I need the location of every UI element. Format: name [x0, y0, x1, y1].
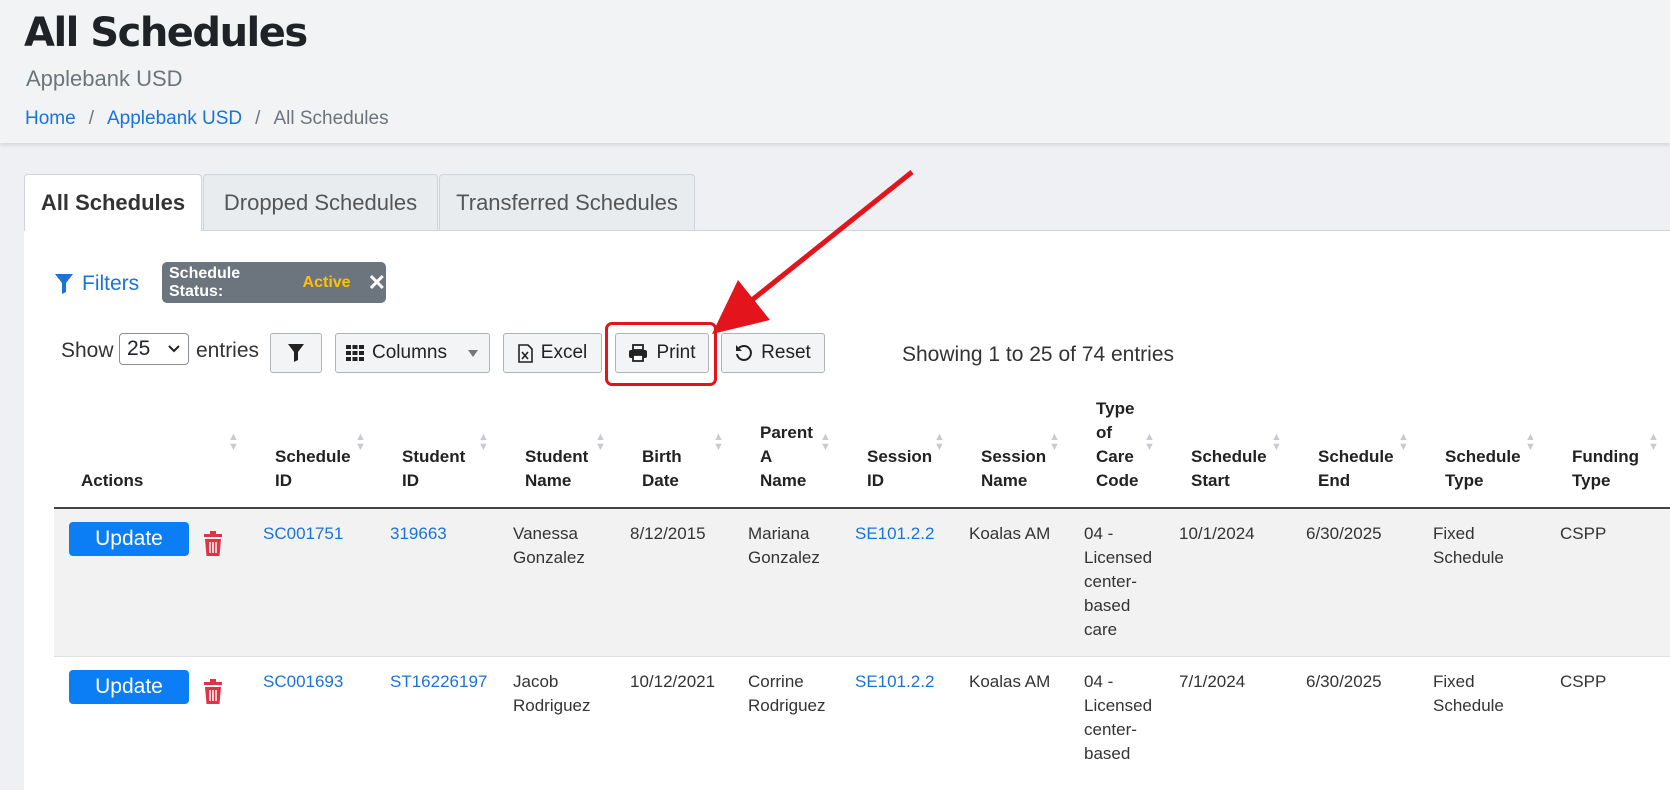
breadcrumb-separator: /	[255, 108, 261, 129]
birth-date-cell: 8/12/2015	[630, 524, 706, 543]
student-id-link[interactable]: 319663	[390, 522, 447, 546]
chevron-down-icon	[168, 345, 180, 353]
breadcrumb-district[interactable]: Applebank USD	[107, 108, 242, 130]
update-button[interactable]: Update	[69, 522, 189, 556]
schedule-start-cell: 10/1/2024	[1179, 524, 1255, 543]
care-code-cell: 04 - Licensed center-based	[1084, 672, 1153, 763]
sort-icon[interactable]: ▲ ▼	[1398, 432, 1409, 453]
columns-button[interactable]: Columns	[335, 333, 490, 373]
parent-name-cell: Mariana Gonzalez	[748, 524, 820, 567]
entries-label: entries	[196, 339, 260, 362]
trash-icon[interactable]	[202, 679, 224, 705]
student-name-cell: Jacob Rodriguez	[513, 672, 591, 715]
page-size-value: 25	[127, 337, 151, 360]
column-header-student-name[interactable]: Student Name	[525, 445, 588, 493]
tabs-divider	[24, 230, 1670, 231]
schedule-type-cell: Fixed Schedule	[1433, 524, 1504, 567]
session-id-link[interactable]: SE101.2.2	[855, 670, 934, 694]
undo-icon	[736, 345, 753, 361]
excel-label: Excel	[540, 342, 588, 363]
sort-icon[interactable]: ▲ ▼	[595, 432, 606, 453]
schedule-id-link[interactable]: SC001693	[263, 670, 343, 694]
breadcrumb: Home / Applebank USD / All Schedules	[25, 108, 389, 130]
sort-icon[interactable]: ▲ ▼	[1648, 432, 1659, 453]
sort-icon[interactable]: ▲ ▼	[478, 432, 489, 453]
funding-type-cell: CSPP	[1560, 672, 1607, 691]
session-id-link[interactable]: SE101.2.2	[855, 522, 934, 546]
page-size-select[interactable]: 25	[119, 333, 189, 365]
column-header-schedule-type[interactable]: Schedule Type	[1445, 445, 1521, 493]
show-label: Show	[61, 339, 114, 362]
excel-button[interactable]: Excel	[503, 333, 602, 373]
breadcrumb-current: All Schedules	[273, 108, 389, 129]
sort-icon[interactable]: ▲ ▼	[934, 432, 945, 453]
sort-icon[interactable]: ▲ ▼	[1271, 432, 1282, 453]
schedule-start-cell: 7/1/2024	[1179, 672, 1246, 691]
breadcrumb-separator: /	[88, 108, 94, 129]
badge-value: Active	[302, 273, 351, 291]
row-divider	[54, 656, 1670, 657]
schedule-end-cell: 6/30/2025	[1306, 524, 1382, 543]
schedule-id-link[interactable]: SC001751	[263, 522, 343, 546]
sort-icon[interactable]: ▲ ▼	[228, 432, 239, 453]
columns-label: Columns	[372, 342, 447, 363]
close-icon[interactable]: ✕	[368, 270, 386, 296]
session-name-cell: Koalas AM	[969, 524, 1051, 543]
column-header-session-id[interactable]: Session ID	[867, 445, 932, 493]
page-header: All Schedules Applebank USD Home / Apple…	[0, 0, 1670, 143]
showing-entries-info: Showing 1 to 25 of 74 entries	[902, 343, 1175, 366]
sort-icon[interactable]: ▲ ▼	[355, 432, 366, 453]
student-id-link[interactable]: ST16226197	[390, 670, 487, 694]
page-title: All Schedules	[24, 10, 308, 56]
tab-transferred-schedules[interactable]: Transferred Schedules	[439, 174, 695, 230]
status-filter-badge: Schedule Status: Active ✕	[162, 262, 386, 303]
parent-name-cell: Corrine Rodriguez	[748, 672, 826, 715]
reset-button[interactable]: Reset	[721, 333, 825, 373]
excel-file-icon	[517, 343, 533, 363]
breadcrumb-home[interactable]: Home	[25, 108, 76, 130]
filter-toggle-button[interactable]	[270, 333, 322, 373]
funding-type-cell: CSPP	[1560, 524, 1607, 543]
column-header-birth-date[interactable]: Birth Date	[642, 445, 682, 493]
column-header-actions[interactable]: Actions	[81, 469, 143, 493]
sort-icon[interactable]: ▲ ▼	[1049, 432, 1060, 453]
page-subtitle: Applebank USD	[26, 66, 183, 91]
sort-icon[interactable]: ▲ ▼	[713, 432, 724, 453]
trash-icon[interactable]	[202, 531, 224, 557]
column-header-student-id[interactable]: Student ID	[402, 445, 465, 493]
column-header-parent-name[interactable]: Parent A Name	[760, 421, 813, 493]
filter-icon	[55, 274, 73, 294]
column-header-session-name[interactable]: Session Name	[981, 445, 1046, 493]
session-name-cell: Koalas AM	[969, 672, 1051, 691]
grid-icon	[346, 345, 364, 361]
filter-icon	[288, 344, 304, 362]
birth-date-cell: 10/12/2021	[630, 672, 716, 691]
filters-label: Filters	[82, 272, 140, 295]
student-name-cell: Vanessa Gonzalez	[513, 524, 585, 567]
sort-icon[interactable]: ▲ ▼	[1144, 432, 1155, 453]
schedule-end-cell: 6/30/2025	[1306, 672, 1382, 691]
column-header-funding-type[interactable]: Funding Type	[1572, 445, 1639, 493]
column-header-schedule-end[interactable]: Schedule End	[1318, 445, 1394, 493]
column-header-schedule-id[interactable]: Schedule ID	[275, 445, 351, 493]
care-code-cell: 04 - Licensed center-based care	[1084, 524, 1153, 639]
sort-icon[interactable]: ▲ ▼	[1525, 432, 1536, 453]
print-highlight-box	[605, 322, 717, 386]
schedule-type-cell: Fixed Schedule	[1433, 672, 1504, 715]
reset-label: Reset	[761, 342, 811, 363]
tab-all-schedules[interactable]: All Schedules	[24, 174, 202, 231]
sort-icon[interactable]: ▲ ▼	[820, 432, 831, 453]
column-header-schedule-start[interactable]: Schedule Start	[1191, 445, 1267, 493]
caret-down-icon	[467, 350, 478, 357]
tab-dropped-schedules[interactable]: Dropped Schedules	[203, 174, 438, 230]
filters-link[interactable]: Filters	[54, 272, 139, 296]
update-button[interactable]: Update	[69, 670, 189, 704]
column-header-care-code[interactable]: Type of Care Code	[1096, 397, 1139, 493]
badge-key: Schedule Status:	[169, 264, 241, 300]
